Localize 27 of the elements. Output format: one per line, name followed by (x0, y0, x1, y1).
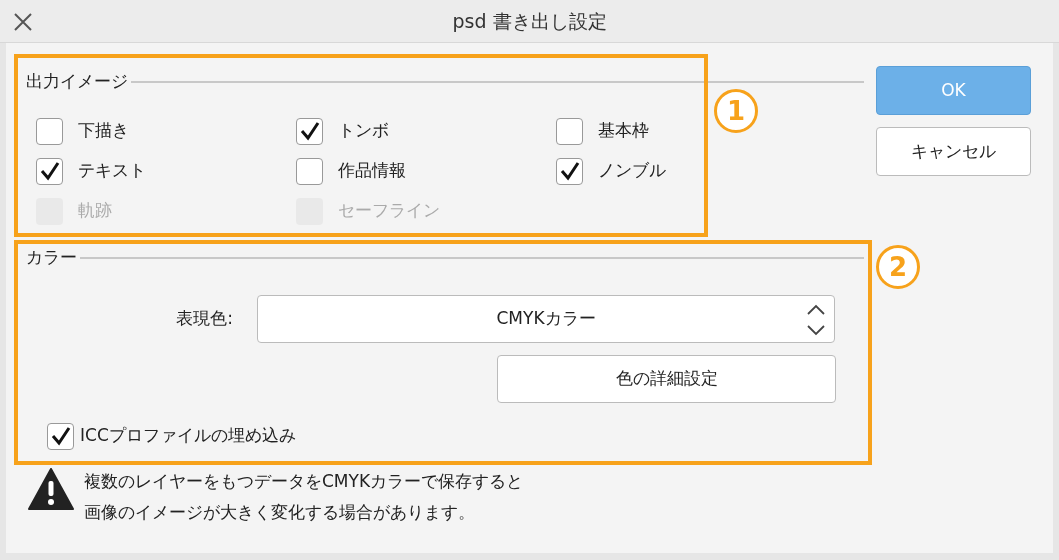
checkbox[interactable] (36, 117, 63, 145)
checkbox-label: ICCプロファイルの埋め込み (80, 424, 296, 448)
up-down-icon (806, 304, 826, 336)
checkbox-label: テキスト (78, 159, 146, 183)
checkbox[interactable] (36, 157, 63, 185)
checkbox[interactable] (296, 117, 323, 145)
checkbox-label: 基本枠 (598, 119, 649, 143)
close-icon[interactable] (13, 12, 33, 32)
color-mode-select[interactable]: CMYKカラー (257, 295, 835, 343)
field-label: 表現色: (175, 307, 234, 331)
window-title: psd 書き出し設定 (452, 8, 607, 34)
checkbox[interactable] (296, 157, 323, 185)
checkbox-label: 作品情報 (338, 159, 406, 183)
color-detail-button[interactable]: 色の詳細設定 (497, 355, 836, 403)
warning-message: 複数のレイヤーをもつデータをCMYKカラーで保存すると 画像のイメージが大きく変化する場合があります。 (84, 470, 524, 524)
checkbox-label: 下描き (78, 119, 129, 143)
checkbox-label: トンボ (338, 119, 389, 143)
checkbox[interactable] (556, 157, 583, 185)
group-label: 出力イメージ (26, 70, 128, 94)
cancel-button[interactable]: キャンセル (876, 127, 1031, 176)
checkbox[interactable] (556, 117, 583, 145)
warning-icon (28, 468, 74, 510)
group-label: カラー (26, 246, 77, 270)
checkbox-label: ノンブル (598, 159, 666, 183)
checkbox-label: セーフライン (338, 199, 440, 223)
checkbox[interactable] (47, 422, 74, 450)
checkbox-label: 軌跡 (78, 199, 112, 223)
